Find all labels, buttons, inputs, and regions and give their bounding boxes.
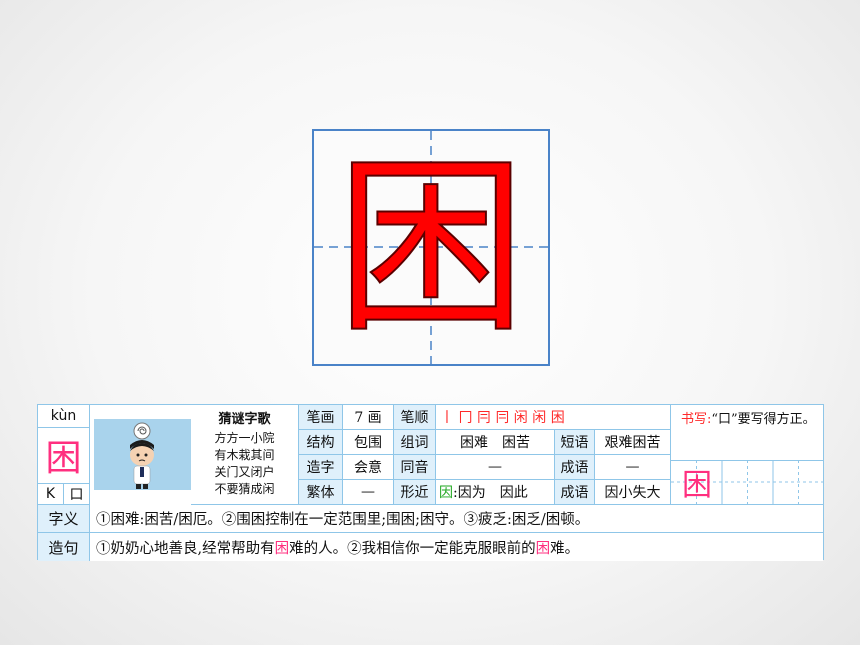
similar-char: 因 (439, 485, 453, 501)
idiom2-value: 因小失大 (595, 480, 671, 505)
main-character: 困 (335, 136, 527, 358)
sentence-part: ①奶奶心地善良,经常帮助有 (96, 540, 275, 557)
index-letter: K (38, 483, 64, 504)
sentence-text: ①奶奶心地善良,经常帮助有困难的人。②我相信你一定能克服眼前的困难。 (90, 533, 823, 561)
homophone-label: 同音 (394, 455, 436, 480)
riddle-line: 不要猜成闲 (214, 482, 275, 496)
pinyin-column: kùn 困 K 口 (38, 405, 90, 505)
sentence-label: 造句 (38, 533, 90, 561)
character-grid: 困 (312, 129, 550, 366)
words-label: 组词 (394, 430, 436, 455)
riddle-line: 方方一小院 (214, 431, 275, 445)
radical: 口 (69, 486, 84, 503)
similar-label: 形近 (394, 480, 436, 505)
writing-tip-area: 书写:“口”要写得方正。 困 (671, 405, 824, 505)
idiom-value: — (595, 455, 671, 480)
riddle-illustration (94, 419, 191, 490)
sentence-row: 造句 ①奶奶心地善良,经常帮助有困难的人。②我相信你一定能克服眼前的困难。 (38, 533, 823, 561)
idiom-label: 成语 (555, 455, 595, 480)
riddle-line: 关门又闭户 (214, 465, 275, 479)
idiom2-label: 成语 (555, 480, 595, 505)
writing-tip: 书写:“口”要写得方正。 (671, 405, 824, 429)
formation-label: 造字 (299, 455, 343, 480)
meaning-row: 字义 ①困难:困苦/困厄。②围困控制在一定范围里;围困;困守。③疲乏:困乏/困顿… (38, 505, 823, 533)
sentence-part: 难。 (550, 540, 580, 557)
sentence-highlight: 困 (274, 540, 290, 557)
writing-tip-text: “口”要写得方正。 (711, 412, 816, 427)
structure-value: 包围 (343, 430, 394, 455)
similar-words: :因为 因此 (453, 485, 528, 501)
character-info-card: kùn 困 K 口 猜谜字歌 方方一小院 有木栽其间 关门又闭户 不要猜成闲 笔… (37, 404, 824, 561)
practice-character: 困 (682, 468, 712, 503)
meaning-label: 字义 (38, 505, 90, 532)
traditional-value: — (343, 480, 394, 505)
homophone-value: — (436, 455, 555, 480)
strokes-value: 7 画 (343, 405, 394, 430)
sentence-part: 难的人。②我相信你一定能克服眼前的 (289, 540, 536, 557)
phrase-label: 短语 (555, 430, 595, 455)
riddle-title: 猜谜字歌 (218, 412, 271, 427)
order-label: 笔顺 (394, 405, 436, 430)
structure-label: 结构 (299, 430, 343, 455)
sentence-highlight: 困 (535, 540, 551, 557)
riddle-line: 有木栽其间 (214, 448, 275, 462)
strokes-label: 笔画 (299, 405, 343, 430)
similar-value: 因:因为 因此 (436, 480, 555, 505)
stroke-order: 丨 冂 冃 冃 闲 闲 困 (436, 405, 671, 430)
words-value: 困难 困苦 (436, 430, 555, 455)
card-character: 困 (38, 427, 89, 484)
traditional-label: 繁体 (299, 480, 343, 505)
riddle-box: 猜谜字歌 方方一小院 有木栽其间 关门又闭户 不要猜成闲 (191, 405, 299, 505)
meaning-text: ①困难:困苦/困厄。②围困控制在一定范围里;围困;困守。③疲乏:困乏/困顿。 (90, 505, 823, 532)
pinyin: kùn (38, 405, 89, 428)
phrase-value: 艰难困苦 (595, 430, 671, 455)
writing-tip-label: 书写: (681, 412, 712, 427)
formation-value: 会意 (343, 455, 394, 480)
